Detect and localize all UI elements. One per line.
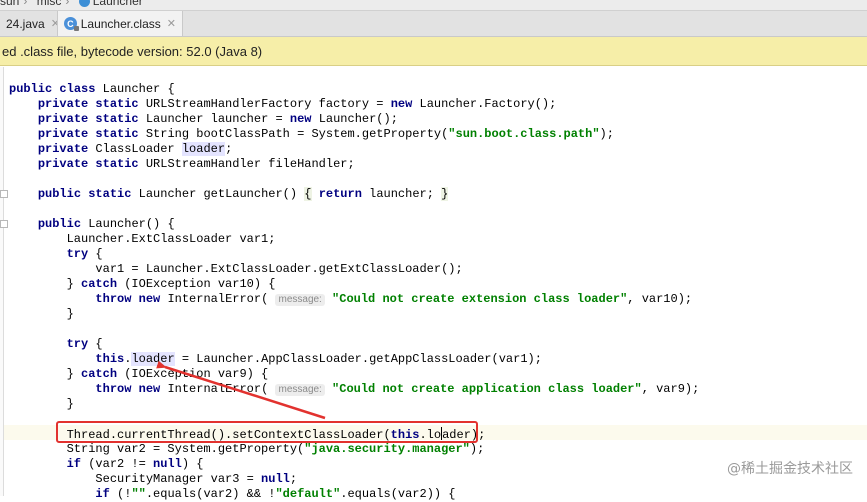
annotation-arrow-icon — [156, 360, 326, 420]
watermark-text: @稀土掘金技术社区 — [727, 461, 853, 477]
